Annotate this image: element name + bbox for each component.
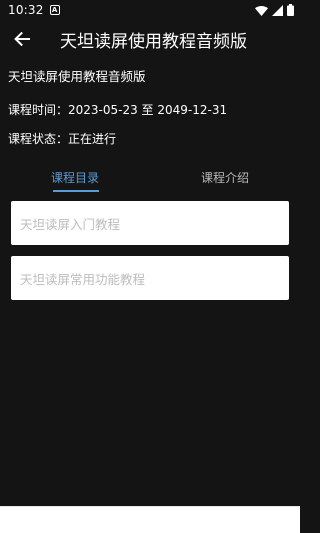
- lesson-item-common-features[interactable]: 天坦读屏常用功能教程: [11, 256, 289, 300]
- status-left: 10:32 A: [8, 3, 60, 17]
- tab-course-catalog[interactable]: 课程目录: [20, 160, 130, 194]
- status-right: [255, 4, 294, 16]
- lesson-title: 天坦读屏入门教程: [20, 216, 121, 232]
- signal-icon: [272, 4, 283, 16]
- system-navigation-bar: [0, 506, 300, 533]
- lesson-title: 天坦读屏常用功能教程: [20, 271, 146, 287]
- status-bar: 10:32 A: [0, 0, 300, 20]
- status-time: 10:32: [8, 3, 44, 17]
- active-tab-indicator: [53, 190, 99, 192]
- notification-a-icon: A: [49, 5, 60, 15]
- wifi-icon: [255, 5, 268, 16]
- course-time: 课程时间：2023-05-23 至 2049-12-31: [8, 103, 228, 117]
- course-status: 课程状态：正在进行: [8, 132, 117, 146]
- tab-bar: 课程目录 课程介绍: [0, 160, 300, 194]
- tab-course-intro[interactable]: 课程介绍: [170, 160, 280, 194]
- course-name: 天坦读屏使用教程音频版: [8, 69, 146, 84]
- back-button[interactable]: [0, 20, 44, 58]
- battery-icon: [287, 4, 294, 16]
- app-bar: 天坦读屏使用教程音频版: [0, 20, 300, 58]
- screen: 10:32 A 天坦读屏使用教程音频版 天坦读屏使用教程音频版 课程时间：202…: [0, 0, 300, 533]
- lesson-item-intro[interactable]: 天坦读屏入门教程: [11, 201, 289, 245]
- page-title: 天坦读屏使用教程音频版: [60, 31, 247, 52]
- arrow-left-icon: [14, 32, 30, 46]
